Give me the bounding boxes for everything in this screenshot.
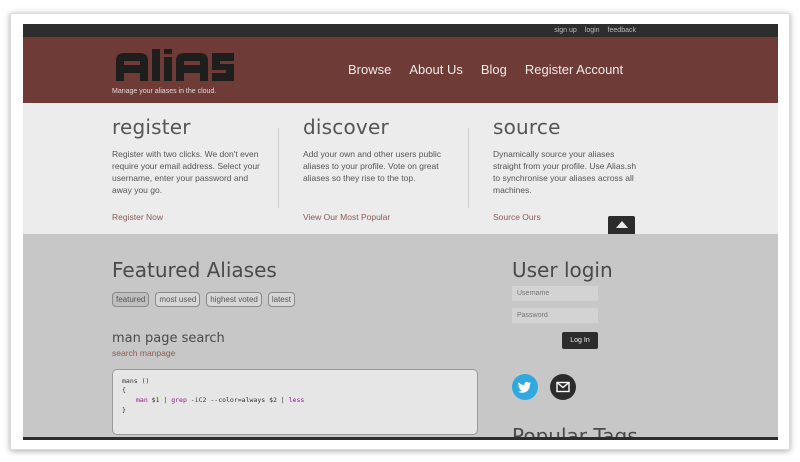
code-line: } bbox=[122, 406, 126, 414]
tab-highest-voted[interactable]: highest voted bbox=[206, 292, 262, 307]
intro-discover-title: discover bbox=[303, 115, 389, 139]
twitter-bird-icon bbox=[518, 381, 531, 393]
code-keyword: grep bbox=[171, 396, 187, 404]
triangle-up-icon bbox=[616, 221, 628, 228]
collapse-intro-button[interactable] bbox=[608, 216, 635, 234]
feedback-link[interactable]: feedback bbox=[608, 27, 636, 34]
source-ours-link[interactable]: Source Ours bbox=[493, 212, 541, 222]
login-button[interactable]: Log In bbox=[562, 332, 598, 349]
top-links: sign up login feedback bbox=[554, 24, 636, 37]
email-button[interactable] bbox=[550, 374, 576, 400]
bottom-bar bbox=[23, 437, 778, 440]
password-input[interactable] bbox=[512, 308, 598, 323]
alias-logo[interactable] bbox=[112, 47, 236, 85]
alias-filter-tabs: featured most used highest voted latest bbox=[112, 292, 295, 307]
browser-viewport: sign up login feedback Manage your alias… bbox=[23, 24, 778, 440]
register-now-link[interactable]: Register Now bbox=[112, 212, 163, 222]
view-most-popular-link[interactable]: View Our Most Popular bbox=[303, 212, 390, 222]
code-line: { bbox=[122, 386, 126, 394]
intro-source-text: Dynamically source your aliases straight… bbox=[493, 149, 637, 195]
alias-tag-link[interactable]: search manpage bbox=[112, 348, 175, 358]
intro-section: register Register with two clicks. We do… bbox=[23, 103, 778, 234]
tab-most-used[interactable]: most used bbox=[155, 292, 201, 307]
code-text: -iC2 --color=always $2 | bbox=[186, 396, 289, 404]
tab-featured[interactable]: featured bbox=[112, 292, 150, 307]
intro-discover: discover Add your own and other users pu… bbox=[303, 115, 453, 222]
envelope-icon bbox=[556, 381, 570, 393]
site-header: Manage your aliases in the cloud. Browse… bbox=[23, 37, 778, 103]
code-text: $1 | bbox=[147, 396, 172, 404]
user-login-title: User login bbox=[512, 258, 613, 282]
tab-latest[interactable]: latest bbox=[267, 292, 295, 307]
nav-register-account[interactable]: Register Account bbox=[525, 62, 623, 77]
code-line: mans () bbox=[122, 377, 150, 385]
main-nav: Browse About Us Blog Register Account bbox=[348, 62, 623, 77]
nav-browse[interactable]: Browse bbox=[348, 62, 391, 77]
featured-aliases-title: Featured Aliases bbox=[112, 258, 277, 282]
intro-register-title: register bbox=[112, 115, 191, 139]
code-line: man $1 | grep -iC2 --color=always $2 | l… bbox=[136, 396, 304, 404]
intro-register: register Register with two clicks. We do… bbox=[112, 115, 262, 222]
twitter-button[interactable] bbox=[512, 374, 538, 400]
signup-link[interactable]: sign up bbox=[554, 27, 577, 34]
nav-about-us[interactable]: About Us bbox=[409, 62, 462, 77]
nav-blog[interactable]: Blog bbox=[481, 62, 507, 77]
code-keyword: less bbox=[288, 396, 305, 404]
site-tagline: Manage your aliases in the cloud. bbox=[112, 88, 217, 95]
intro-divider bbox=[278, 128, 279, 208]
intro-discover-text: Add your own and other users public alia… bbox=[303, 149, 441, 183]
main-content: Featured Aliases featured most used high… bbox=[23, 234, 778, 440]
login-link[interactable]: login bbox=[585, 27, 600, 34]
top-bar: sign up login feedback bbox=[23, 24, 778, 37]
alias-code-block: mans () { man $1 | grep -iC2 --color=alw… bbox=[112, 369, 478, 435]
intro-source-title: source bbox=[493, 115, 561, 139]
intro-register-text: Register with two clicks. We don't even … bbox=[112, 149, 260, 195]
username-input[interactable] bbox=[512, 286, 598, 301]
alias-title[interactable]: man page search bbox=[112, 331, 225, 346]
intro-source: source Dynamically source your aliases s… bbox=[493, 115, 643, 222]
code-keyword: man bbox=[136, 396, 148, 404]
intro-divider bbox=[468, 128, 469, 208]
